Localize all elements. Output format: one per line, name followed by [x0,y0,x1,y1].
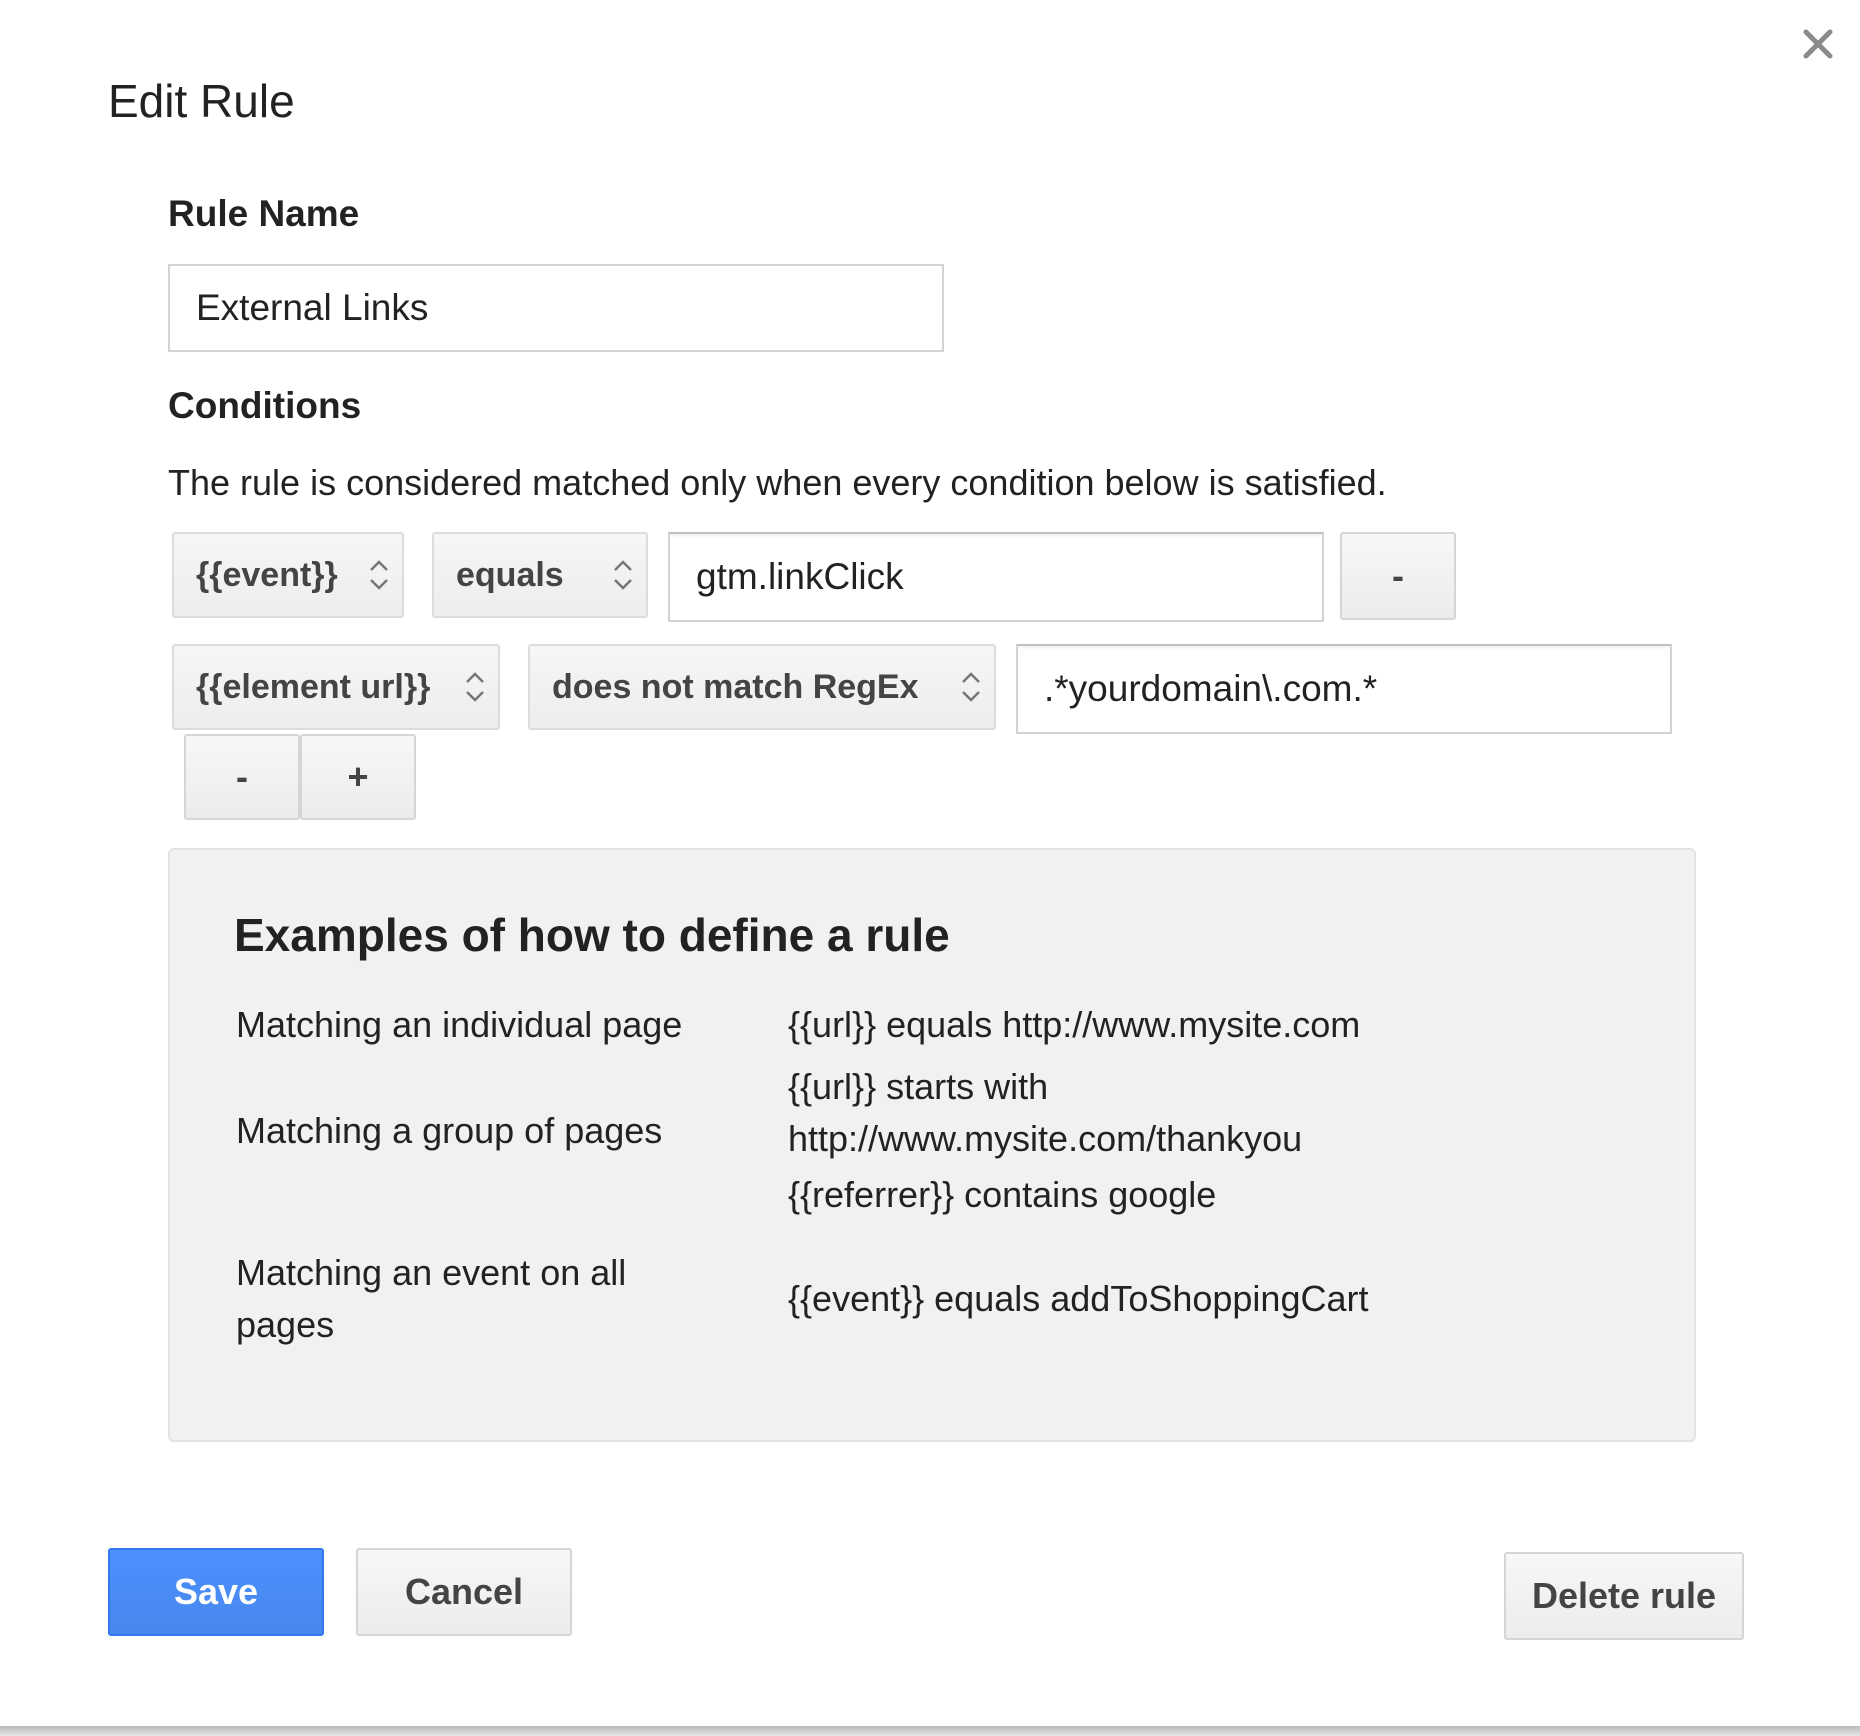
example-1-label: Matching an individual page [236,1004,683,1045]
rule-name-label: Rule Name [168,193,360,234]
condition-1-variable-value: {{event}} [196,555,338,594]
edit-rule-dialog: Edit Rule Rule Name Conditions The rule … [0,0,1860,1728]
condition-2-operator-select[interactable]: does not match RegEx [528,644,996,730]
condition-2-remove-button[interactable]: - [184,734,300,820]
conditions-description: The rule is considered matched only when… [168,462,1387,503]
condition-2-variable-value: {{element url}} [196,667,431,706]
window-bottom-edge [0,1726,1860,1736]
delete-rule-button[interactable]: Delete rule [1504,1552,1744,1640]
rule-name-input[interactable] [168,264,944,352]
condition-2-operator-value: does not match RegEx [552,667,919,706]
close-icon[interactable] [1794,20,1842,68]
select-arrows-icon [370,560,388,590]
examples-title: Examples of how to define a rule [234,909,950,961]
example-3-label-line-2: pages [236,1304,335,1345]
condition-1-variable-select[interactable]: {{event}} [172,532,404,618]
add-condition-button[interactable]: + [300,734,416,820]
example-3-value: {{event}} equals addToShoppingCart [788,1278,1369,1319]
condition-1-operator-select[interactable]: equals [432,532,648,618]
examples-panel: Examples of how to define a rule Matchin… [168,848,1696,1442]
dialog-title: Edit Rule [108,75,295,127]
example-1-value: {{url}} equals http://www.mysite.com [788,1004,1361,1045]
condition-1-operator-value: equals [456,555,564,594]
condition-1-remove-button[interactable]: - [1340,532,1456,620]
condition-1-value-input[interactable] [668,532,1324,622]
cancel-button[interactable]: Cancel [356,1548,572,1636]
save-button[interactable]: Save [108,1548,324,1636]
select-arrows-icon [614,560,632,590]
conditions-label: Conditions [168,385,362,426]
condition-2-variable-select[interactable]: {{element url}} [172,644,500,730]
example-2-value-line-3: {{referrer}} contains google [788,1174,1217,1215]
example-2-label: Matching a group of pages [236,1110,663,1151]
example-2-value-line-1: {{url}} starts with [788,1066,1049,1107]
example-2-value-line-2: http://www.mysite.com/thankyou [788,1118,1303,1159]
example-3-label-line-1: Matching an event on all [236,1252,627,1293]
select-arrows-icon [466,672,484,702]
select-arrows-icon [962,672,980,702]
condition-2-value-input[interactable] [1016,644,1672,734]
